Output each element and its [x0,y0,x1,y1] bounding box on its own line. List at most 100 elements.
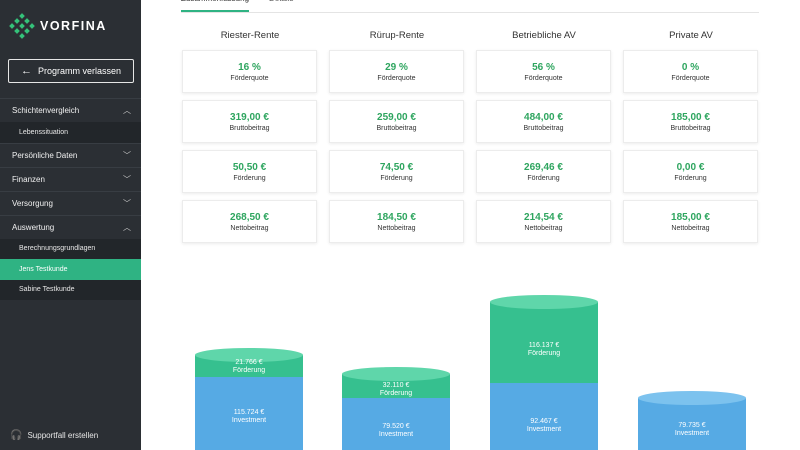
stat-label: Nettobeitrag [671,224,710,232]
sidebar-subitem-sabine-testkunde[interactable]: Sabine Testkunde [0,280,141,301]
tab-zusammenfassung[interactable]: Zusammenfassung [181,0,250,12]
stat-value: 16 % [238,61,261,73]
stat-label: Förderung [233,174,266,182]
tab-bar: Zusammenfassung Details [181,0,313,12]
sidebar-item-label: Persönliche Daten [12,150,78,160]
cylinder-graphic [638,391,746,450]
stat-card: 56 % Förderquote [476,50,611,93]
bar-investment-value: 115.724 € [233,409,265,416]
chart-bar-bav: 116.137 € Förderung 92.467 € Investment [490,295,598,450]
stat-card: 269,46 € Förderung [476,150,611,193]
stat-card: 50,50 € Förderung [182,150,317,193]
sidebar-subitem-jens-testkunde[interactable]: Jens Testkunde [0,259,141,280]
stat-label: Bruttobeitrag [670,124,711,132]
stat-label: Förderung [527,174,560,182]
sidebar-item-label: Finanzen [12,174,45,184]
sidebar: VORFINA ← Programm verlassen Schichtenve… [0,0,141,450]
bar-foerderung-value: 21.766 € [235,359,263,366]
stat-value: 185,00 € [671,111,710,123]
stat-card: 484,00 € Bruttobeitrag [476,100,611,143]
exit-program-label: Programm verlassen [37,66,122,76]
stat-value: 50,50 € [232,161,267,173]
chevron-down-icon: ﹀ [123,174,131,184]
stat-card: 185,00 € Bruttobeitrag [623,100,758,143]
sidebar-item-label: Schichtenvergleich [12,106,80,115]
bar-investment-label: Investment [378,431,414,438]
stat-card: 214,54 € Nettobeitrag [476,200,611,243]
bar-foerderung-label: Förderung [527,350,561,357]
stat-card: 74,50 € Förderung [329,150,464,193]
sidebar-item-persoenliche-daten[interactable]: Persönliche Daten ﹀ [0,142,141,167]
stat-card: 259,00 € Bruttobeitrag [329,100,464,143]
sidebar-item-finanzen[interactable]: Finanzen ﹀ [0,166,141,191]
logo: VORFINA [9,13,107,39]
chart-bar-ruerup: 32.110 € Förderung 79.520 € Investment [342,367,450,450]
stat-label: Förderquote [377,74,416,82]
stat-label: Bruttobeitrag [523,124,564,132]
bar-investment-label: Investment [526,426,562,433]
logo-icon [9,13,35,39]
stat-label: Förderquote [671,74,710,82]
bar-foerderung-label: Förderung [379,390,413,397]
chevron-up-icon: ︿ [123,222,131,232]
support-link[interactable]: 🎧 Supportfall erstellen [10,430,98,441]
sidebar-item-versorgung[interactable]: Versorgung ﹀ [0,190,141,215]
logo-text: VORFINA [40,19,107,33]
stat-card: 16 % Förderquote [182,50,317,93]
sidebar-subitem-lebenssituation[interactable]: Lebenssituation [0,122,141,143]
bar-foerderung-label: Förderung [232,367,266,374]
stat-value: 484,00 € [524,111,563,123]
stat-label: Bruttobeitrag [376,124,417,132]
stat-value: 184,50 € [377,211,416,223]
stat-label: Nettobeitrag [524,224,563,232]
column-title-riester: Riester-Rente [220,30,280,41]
stat-card: 0 % Förderquote [623,50,758,93]
arrow-left-icon: ← [20,65,32,77]
column-title-private-av: Private AV [669,30,713,41]
sidebar-subnav: Berechnungsgrundlagen Jens Testkunde Sab… [0,238,141,301]
column-title-bav: Betriebliche AV [512,30,576,41]
stat-value: 56 % [532,61,555,73]
stat-label: Bruttobeitrag [229,124,270,132]
bar-investment-value: 92.467 € [530,418,558,425]
bar-investment-label: Investment [674,430,710,437]
bar-foerderung-value: 116.137 € [528,342,560,349]
sidebar-item-schichtenvergleich[interactable]: Schichtenvergleich ︿ [0,98,141,122]
stat-value: 0,00 € [676,161,705,173]
chart-bar-private-av: 79.735 € Investment [638,391,746,450]
stat-card: 319,00 € Bruttobeitrag [182,100,317,143]
headset-icon: 🎧 [10,430,23,441]
stat-label: Förderung [674,174,707,182]
chart-bar-riester: 21.766 € Förderung 115.724 € Investment [195,348,303,450]
sidebar-item-label: Versorgung [12,198,53,208]
stat-value: 269,46 € [524,161,563,173]
chevron-down-icon: ﹀ [123,198,131,208]
stat-label: Förderquote [524,74,563,82]
support-label: Supportfall erstellen [27,431,99,440]
bar-investment-label: Investment [231,417,267,424]
chevron-down-icon: ﹀ [123,150,131,160]
stat-label: Förderung [380,174,413,182]
stat-card: 268,50 € Nettobeitrag [182,200,317,243]
stat-value: 29 % [385,61,408,73]
stat-label: Nettobeitrag [377,224,416,232]
exit-program-button[interactable]: ← Programm verlassen [8,59,134,83]
stat-value: 319,00 € [230,111,269,123]
main-content: Zusammenfassung Details Riester-Rente Rü… [141,0,800,450]
chevron-up-icon: ︿ [123,106,131,115]
tab-details[interactable]: Details [269,0,293,12]
stat-value: 0 % [681,61,700,73]
stat-card: 29 % Förderquote [329,50,464,93]
stat-label: Förderquote [230,74,269,82]
sidebar-subitem-berechnungsgrundlagen[interactable]: Berechnungsgrundlagen [0,239,141,260]
bar-investment-value: 79.735 € [678,422,706,429]
sidebar-nav: Schichtenvergleich ︿ Lebenssituation Per… [0,98,141,300]
sidebar-item-label: Auswertung [12,222,55,232]
stat-value: 74,50 € [379,161,414,173]
sidebar-item-auswertung[interactable]: Auswertung ︿ [0,214,141,239]
sidebar-subnav: Lebenssituation [0,122,141,143]
stat-value: 259,00 € [377,111,416,123]
stat-label: Nettobeitrag [230,224,269,232]
bar-foerderung-value: 32.110 € [382,382,410,389]
bar-investment-value: 79.520 € [382,423,410,430]
